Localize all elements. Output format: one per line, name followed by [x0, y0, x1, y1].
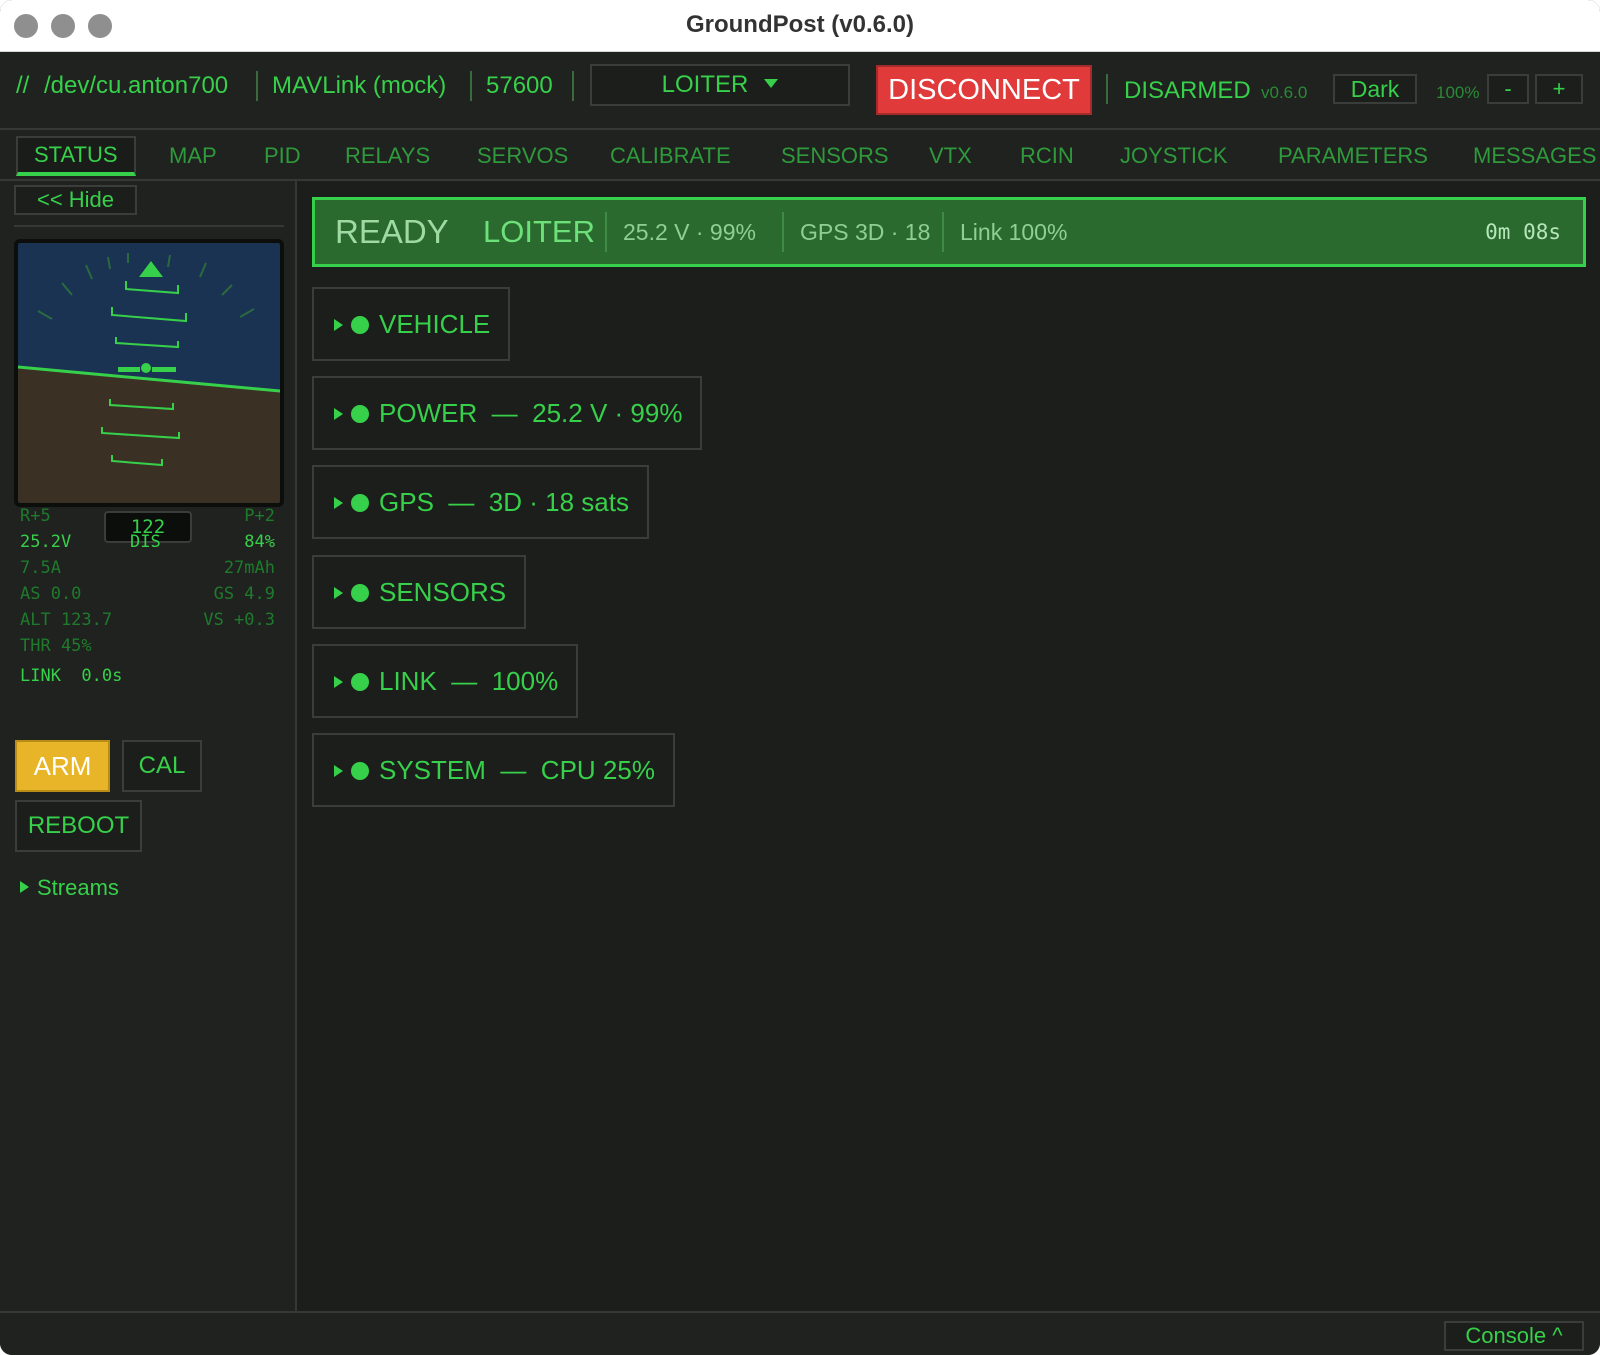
- toolbar-divider: [470, 71, 472, 101]
- status-dot-icon: [351, 405, 369, 423]
- tab-parameters[interactable]: PARAMETERS: [1278, 136, 1428, 176]
- hide-sidebar-button[interactable]: << Hide: [14, 185, 137, 215]
- tab-status[interactable]: STATUS: [16, 136, 136, 176]
- zoom-in-button[interactable]: +: [1535, 74, 1583, 104]
- status-mode-label: LOITER: [483, 214, 595, 249]
- theme-toggle-button[interactable]: Dark: [1333, 74, 1417, 104]
- section-label: POWER — 25.2 V · 99%: [379, 398, 683, 428]
- link-readout: LINK 0.0s: [20, 666, 123, 686]
- tab-sensors[interactable]: SENSORS: [781, 136, 889, 176]
- port-prefix: //: [16, 72, 30, 99]
- disconnect-button[interactable]: DISCONNECT: [876, 65, 1092, 115]
- battery-percent-readout: 84%: [244, 532, 275, 552]
- toolbar-divider: [1106, 74, 1108, 104]
- triangle-right-icon: [334, 676, 343, 688]
- calibrate-button[interactable]: CAL: [122, 740, 202, 792]
- serial-port-label[interactable]: /dev/cu.anton700: [44, 71, 228, 101]
- sidebar-divider: [14, 225, 284, 227]
- window-title: GroundPost (v0.6.0): [685, 11, 915, 38]
- triangle-right-icon: [334, 497, 343, 509]
- tab-joystick[interactable]: JOYSTICK: [1120, 136, 1228, 176]
- tab-calibrate[interactable]: CALIBRATE: [610, 136, 731, 176]
- pitch-readout: P+2: [244, 506, 275, 526]
- tab-map[interactable]: MAP: [169, 136, 217, 176]
- status-dot-icon: [351, 494, 369, 512]
- reboot-button[interactable]: REBOOT: [15, 800, 142, 852]
- flight-timer: 0m 08s: [1485, 220, 1561, 244]
- section-power[interactable]: POWER — 25.2 V · 99%: [312, 376, 703, 450]
- triangle-right-icon: [334, 765, 343, 777]
- altitude-readout: ALT 123.7: [20, 610, 113, 630]
- current-readout: 7.5A: [20, 558, 61, 578]
- tab-pid[interactable]: PID: [264, 136, 301, 176]
- console-toggle-button[interactable]: Console ^: [1444, 1321, 1584, 1351]
- tab-messages[interactable]: MESSAGES: [1473, 136, 1596, 176]
- flight-mode-value: LOITER: [661, 71, 749, 98]
- tab-rcin[interactable]: RCIN: [1020, 136, 1074, 176]
- section-label: VEHICLE: [379, 309, 491, 339]
- streams-toggle[interactable]: Streams: [20, 874, 119, 902]
- status-link-label: Link 100%: [960, 219, 1068, 245]
- telemetry-sidebar: << Hide R+5 122 P+2 25.2V DIS 84% 7.5A 2…: [0, 181, 297, 1311]
- status-power-label: 25.2 V · 99%: [623, 219, 756, 245]
- chevron-down-icon: [764, 79, 779, 88]
- protocol-label[interactable]: MAVLink (mock): [272, 71, 446, 101]
- streams-label: Streams: [37, 875, 119, 900]
- section-link[interactable]: LINK — 100%: [312, 644, 579, 718]
- groundspeed-readout: GS 4.9: [213, 584, 275, 604]
- status-divider: [942, 212, 944, 252]
- arm-button[interactable]: ARM: [15, 740, 110, 792]
- ready-state-label: READY: [335, 213, 449, 250]
- throttle-readout: THR 45%: [20, 636, 92, 656]
- title-bar: GroundPost (v0.6.0): [0, 0, 1600, 52]
- triangle-right-icon: [334, 319, 343, 331]
- tab-servos[interactable]: SERVOS: [477, 136, 568, 176]
- roll-readout: R+5: [20, 506, 51, 526]
- vehicle-status-bar: READY LOITER 25.2 V · 99% GPS 3D · 18 Li…: [312, 197, 1586, 267]
- tab-relays[interactable]: RELAYS: [345, 136, 430, 176]
- vertical-speed-readout: VS +0.3: [203, 610, 275, 630]
- main-tab-bar: STATUS MAP PID RELAYS SERVOS CALIBRATE S…: [0, 130, 1600, 181]
- section-label: GPS — 3D · 18 sats: [379, 487, 629, 517]
- toolbar-divider: [256, 71, 258, 101]
- section-label: LINK — 100%: [379, 666, 559, 696]
- flight-mode-select[interactable]: LOITER: [590, 64, 850, 106]
- status-gps-label: GPS 3D · 18: [800, 219, 931, 245]
- zoom-level-label: 100%: [1436, 83, 1480, 102]
- section-system[interactable]: SYSTEM — CPU 25%: [312, 733, 675, 807]
- section-gps[interactable]: GPS — 3D · 18 sats: [312, 465, 649, 539]
- status-divider: [605, 212, 607, 252]
- triangle-right-icon: [20, 881, 29, 893]
- section-label: SENSORS: [379, 577, 507, 607]
- toolbar-divider: [572, 71, 574, 101]
- artificial-horizon: [14, 239, 284, 507]
- status-dot-icon: [351, 316, 369, 334]
- app-window: GroundPost (v0.6.0) // /dev/cu.anton700 …: [0, 0, 1600, 1355]
- consumed-readout: 27mAh: [223, 558, 275, 578]
- airspeed-readout: AS 0.0: [20, 584, 82, 604]
- tab-vtx[interactable]: VTX: [929, 136, 972, 176]
- status-divider: [782, 212, 784, 252]
- connection-toolbar: // /dev/cu.anton700 MAVLink (mock) 57600…: [0, 52, 1600, 130]
- section-sensors[interactable]: SENSORS: [312, 555, 527, 629]
- section-vehicle[interactable]: VEHICLE: [312, 287, 511, 361]
- section-label: SYSTEM — CPU 25%: [379, 755, 655, 785]
- arm-short-readout: DIS: [130, 532, 161, 552]
- voltage-readout: 25.2V: [20, 532, 72, 552]
- triangle-right-icon: [334, 408, 343, 420]
- version-label: v0.6.0: [1261, 83, 1308, 102]
- baud-rate-label[interactable]: 57600: [486, 71, 553, 101]
- status-dot-icon: [351, 584, 369, 602]
- triangle-right-icon: [334, 587, 343, 599]
- status-dot-icon: [351, 673, 369, 691]
- arm-state-label: DISARMED: [1124, 77, 1251, 104]
- zoom-out-button[interactable]: -: [1487, 74, 1529, 104]
- status-dot-icon: [351, 762, 369, 780]
- console-footer: Console ^: [0, 1311, 1600, 1355]
